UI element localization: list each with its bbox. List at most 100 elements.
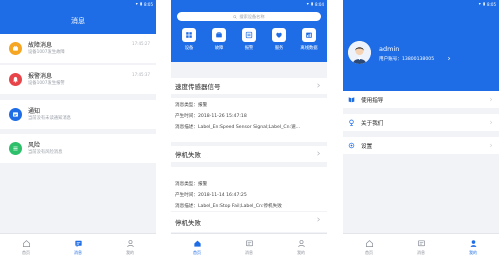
menu-item-guide[interactable]: 使用指导 (343, 91, 499, 108)
menu-label: 设置 (361, 143, 373, 150)
device-icon (186, 32, 192, 38)
tab-home[interactable]: 首页 (171, 234, 223, 260)
chevron-right-icon (490, 143, 493, 148)
status-bar: ▾ ▮ 8:04 (171, 0, 327, 8)
section-title: 停机失败 (175, 151, 201, 159)
menu-label: 使用指导 (361, 97, 384, 104)
tab-home[interactable]: 首页 (343, 234, 395, 260)
bell-icon (9, 73, 22, 86)
category-alarm[interactable]: 报警 (236, 28, 262, 51)
tab-messages[interactable]: 消息 (395, 234, 447, 260)
detail-description: 消息描述：Label_En:Stop Fail;Label_Cn:停机失败 (175, 204, 282, 209)
message-subtitle: 设备1007发生报警 (28, 80, 65, 86)
tab-label: 消息 (74, 249, 82, 255)
category-label: 故障 (214, 46, 224, 51)
section-title: 停机失败 (175, 219, 201, 227)
warning-icon (9, 42, 22, 55)
search-placeholder: 搜索设备名称 (239, 13, 265, 19)
battery-icon: ▮ (139, 1, 143, 6)
status-time: 8:04 (315, 1, 324, 7)
detail-type: 消息类型：报警 (175, 103, 208, 108)
bottom-tabbar: 首页 消息 我的 (343, 233, 499, 260)
person-icon (470, 239, 476, 247)
alert-section-header[interactable]: 停机失败 (171, 212, 327, 232)
settings-icon (348, 142, 355, 149)
category-label: 服务 (274, 46, 284, 51)
profile-header[interactable]: admin 用户账号：13800138005 (343, 8, 499, 93)
tab-label: 消息 (245, 249, 253, 255)
account-number: 用户账号：13800138005 (379, 57, 435, 62)
message-title: 故障消息 (28, 41, 53, 49)
fault-icon (216, 32, 222, 38)
section-title: 速度传感器信号 (175, 83, 221, 91)
chevron-right-icon (490, 97, 493, 102)
bottom-tabbar: 首页 消息 我的 (0, 233, 156, 260)
messages-screen: ▾ ▮ 8:05 消息 故障消息 设备1007发生故障 17:45:27 报警消… (0, 0, 156, 260)
offline-data-icon (306, 32, 312, 38)
person-icon (126, 239, 134, 247)
chevron-right-icon (317, 151, 320, 156)
profile-screen: ▾ ▮ 8:05 admin 用户账号：13800138005 使用指导 关于我… (343, 0, 499, 260)
message-icon (74, 240, 82, 247)
tab-profile[interactable]: 我的 (447, 234, 499, 260)
tab-messages[interactable]: 消息 (52, 234, 104, 260)
search-input[interactable]: 搜索设备名称 (177, 12, 321, 21)
tab-profile[interactable]: 我的 (275, 234, 327, 260)
wifi-icon: ▾ (478, 1, 481, 6)
category-label: 报警 (244, 46, 254, 51)
search-icon (233, 14, 238, 19)
message-item-notice[interactable]: 通知 当前没有未读通知消息 (0, 100, 156, 129)
message-item-fault[interactable]: 故障消息 设备1007发生故障 17:45:27 (0, 34, 156, 63)
alarm-icon (245, 31, 253, 39)
message-subtitle: 当前没有未读通知消息 (28, 115, 71, 121)
home-icon (193, 240, 201, 247)
battery-icon: ▮ (310, 1, 314, 6)
tab-label: 首页 (365, 249, 373, 255)
bottom-tabbar: 首页 消息 我的 (171, 233, 327, 260)
category-label: 离线数据 (300, 46, 318, 51)
chevron-right-icon (448, 56, 451, 61)
tab-messages[interactable]: 消息 (223, 234, 275, 260)
message-title: 报警消息 (28, 72, 53, 80)
message-subtitle: 设备1007发生故障 (28, 49, 65, 55)
home-icon (22, 239, 30, 247)
notice-icon (9, 108, 22, 121)
detail-type: 消息类型：报警 (175, 182, 208, 187)
category-device[interactable]: 设备 (176, 28, 202, 51)
pin-icon (349, 119, 354, 126)
category-grid: 设备 故障 报警 服务 离线数据 (171, 28, 327, 51)
category-offline-data[interactable]: 离线数据 (296, 28, 322, 51)
detail-description: 消息描述：Label_En:Speed Sensor Signal;Label_… (175, 125, 301, 130)
message-icon (417, 239, 425, 246)
tab-label: 消息 (417, 249, 425, 255)
message-item-alarm[interactable]: 报警消息 设备1007发生报警 17:45:37 (0, 65, 156, 94)
tab-label: 首页 (193, 249, 201, 255)
alert-detail: 消息类型：报警 产生时间：2018-11-14 16:47:25 消息描述：La… (171, 167, 327, 211)
alert-section-header[interactable]: 速度传感器信号 (171, 78, 327, 94)
home-header: 搜索设备名称 设备 故障 报警 服务 离线数据 (171, 8, 327, 62)
home-screen: ▾ ▮ 8:04 搜索设备名称 设备 故障 报警 服务 离线数据 速度传感器信号… (171, 0, 327, 260)
avatar[interactable] (348, 41, 371, 64)
wifi-icon: ▾ (135, 1, 138, 6)
detail-time: 产生时间：2018-11-26 15:47:18 (175, 114, 247, 119)
alert-detail: 消息类型：报警 产生时间：2018-11-26 15:47:18 消息描述：La… (171, 98, 327, 142)
menu-item-about[interactable]: 关于我们 (343, 114, 499, 131)
category-fault[interactable]: 故障 (206, 28, 232, 51)
tab-label: 我的 (297, 249, 305, 255)
screenshot-stage: ▾ ▮ 8:05 消息 故障消息 设备1007发生故障 17:45:27 报警消… (0, 0, 500, 260)
category-label: 设备 (184, 46, 194, 51)
menu-item-settings[interactable]: 设置 (343, 137, 499, 154)
book-icon (348, 97, 355, 103)
tab-label: 我的 (126, 249, 134, 255)
status-time: 8:05 (487, 1, 496, 7)
chevron-right-icon (317, 217, 320, 222)
status-bar: ▾ ▮ 8:05 (0, 0, 156, 8)
tab-home[interactable]: 首页 (0, 234, 52, 260)
tab-profile[interactable]: 我的 (104, 234, 156, 260)
message-title: 通知 (28, 107, 41, 115)
alert-section-header[interactable]: 停机失败 (171, 146, 327, 162)
username: admin (379, 45, 400, 53)
message-item-risk[interactable]: 风险 当前没有风险消息 (0, 134, 156, 163)
category-service[interactable]: 服务 (266, 28, 292, 51)
message-time: 17:45:27 (132, 41, 150, 46)
